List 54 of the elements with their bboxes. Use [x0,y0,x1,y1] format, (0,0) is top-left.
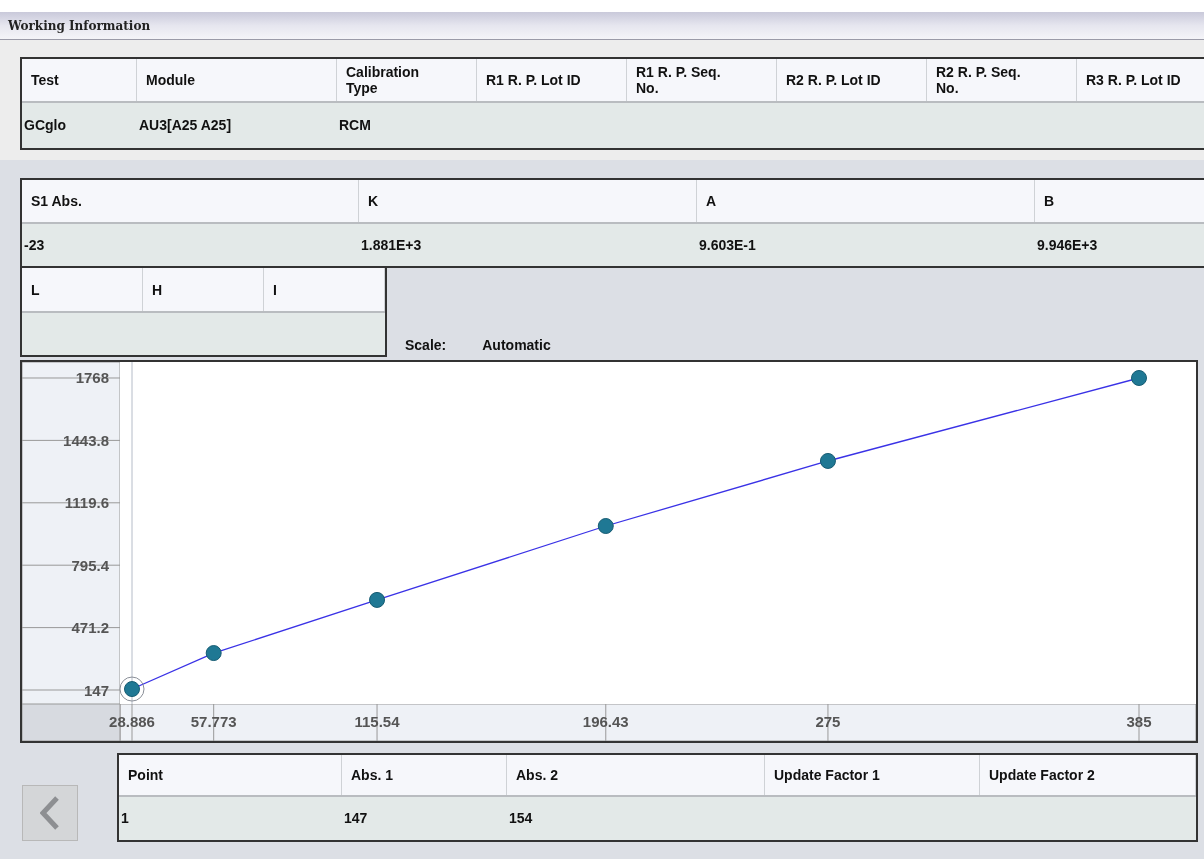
column-header: R3 R. P. Lot ID [1086,72,1181,88]
x-tick-label: 196.43 [582,713,629,730]
column-header: L [31,281,40,298]
column-header: Calibration Type [346,64,421,96]
data-point [819,452,836,469]
table-cell-text: RCM [339,116,371,135]
table-row[interactable]: 1 147 154 [119,797,1196,840]
x-tick-label: 57.773 [190,713,237,730]
data-point [369,591,386,608]
column-header: Update Factor 1 [774,767,880,783]
column-header: Abs. 1 [351,767,393,783]
column-header: R2 R. P. Lot ID [786,72,881,88]
data-point [205,645,222,662]
scale-label: Scale: [405,336,447,355]
table-cell-text: AU3[A25 A25] [139,116,232,135]
column-header: Module [146,72,195,88]
y-tick-label: 1443.8 [63,431,109,449]
x-tick-label: 275 [815,713,841,730]
table-cell-text: 9.946E+3 [1037,235,1098,255]
table-cell-text: 1.881E+3 [361,235,422,255]
selection-ring [119,676,145,702]
column-header: B [1044,193,1055,209]
table-cell-text: 9.603E-1 [699,235,756,255]
y-tick-label: 147 [83,681,109,699]
column-header: H [152,281,163,298]
column-header: Abs. 2 [516,767,558,783]
y-tick-label: 1768 [75,369,109,387]
y-tick-label: 471.2 [71,619,109,637]
column-header: R1 R. P. Seq. No. [636,64,722,96]
chevron-left-icon [40,796,60,830]
table-cell-text: GCglo [24,116,66,135]
scale-value: Automatic [482,336,551,355]
column-header: Test [31,72,59,88]
data-point [597,518,614,534]
column-header: S1 Abs. [31,193,82,209]
column-header: Point [128,767,163,783]
y-tick-label: 795.4 [71,556,109,574]
x-tick-label: 385 [1126,713,1152,730]
y-tick-label: 1119.6 [64,494,109,512]
table-cell-text: 147 [344,809,368,828]
x-tick-label: 115.54 [354,713,400,730]
table-cell-text: 154 [509,809,533,828]
column-header: K [368,193,379,209]
x-tick-label: 28.886 [109,713,155,730]
window-title: Working Information [8,17,151,35]
table-cell-text: 1 [121,809,129,828]
table-cell-text: -23 [24,235,45,255]
column-header: I [273,281,277,298]
data-point [1131,370,1147,386]
data-point [124,681,140,698]
column-header: R2 R. P. Seq. No. [936,64,1022,96]
column-header: R1 R. P. Lot ID [486,72,581,88]
column-header: Update Factor 2 [989,767,1095,783]
column-header: A [706,193,717,209]
